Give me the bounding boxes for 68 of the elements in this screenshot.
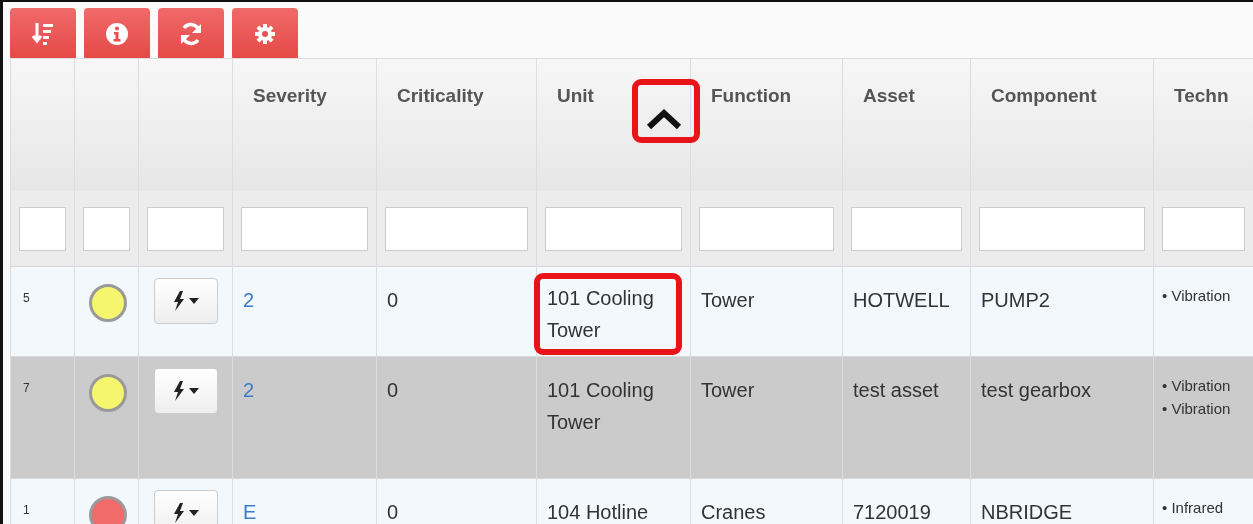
- criticality-text: 0: [387, 379, 399, 401]
- filter-field[interactable]: [1162, 206, 1245, 251]
- technology-text: • Vibration: [1162, 399, 1232, 419]
- info-button[interactable]: [84, 8, 150, 60]
- function-text: Tower: [701, 379, 755, 401]
- filter-field[interactable]: [385, 206, 528, 251]
- function-text: Cranes: [701, 501, 766, 523]
- caret-icon: [188, 510, 199, 516]
- filter-field[interactable]: [241, 206, 368, 251]
- lightning-icon: [172, 381, 185, 401]
- column-label: Unit: [557, 85, 594, 106]
- unit-text: 104 Hotline: [547, 501, 649, 523]
- column-label: Criticality: [397, 85, 484, 106]
- row-number: 7: [23, 381, 30, 395]
- actions-dropdown-button[interactable]: [153, 490, 218, 524]
- component-text: test gearbox: [981, 379, 1092, 401]
- technology-text: • Vibration: [1162, 376, 1232, 396]
- actions-dropdown-button[interactable]: [153, 368, 218, 414]
- sort-button[interactable]: [10, 8, 76, 60]
- column-header[interactable]: Severity: [232, 58, 376, 191]
- unit-text: 101 Cooling Tower: [547, 379, 654, 433]
- filter-field[interactable]: [979, 206, 1145, 251]
- column-label: Asset: [863, 85, 915, 106]
- settings-button[interactable]: [232, 8, 298, 60]
- criticality-text: 0: [387, 501, 399, 523]
- actions-dropdown-button[interactable]: [153, 278, 218, 324]
- table-row[interactable]: 7 2 0 101 Cooling Tower Tower test asset test gearbox • Vibration • Vibration: [10, 356, 1253, 478]
- sort-ascending-icon[interactable]: [646, 108, 682, 130]
- filter-field[interactable]: [147, 206, 224, 251]
- row-number: 5: [23, 291, 30, 305]
- function-text: Tower: [701, 289, 755, 311]
- technology-text: • Vibration: [1162, 286, 1232, 306]
- asset-text: 7120019: [853, 501, 931, 523]
- filter-field[interactable]: [83, 206, 130, 251]
- asset-text: HOTWELL: [853, 289, 950, 311]
- column-header[interactable]: Techn: [1153, 58, 1253, 191]
- component-text: NBRIDGE: [981, 501, 1073, 523]
- sort-icon: [32, 21, 54, 47]
- column-header[interactable]: Function: [690, 58, 842, 191]
- caret-icon: [188, 388, 199, 394]
- caret-icon: [188, 298, 199, 304]
- criticality-text: 0: [387, 289, 399, 311]
- refresh-icon: [179, 22, 203, 46]
- technology-text: • Infrared: [1162, 498, 1225, 518]
- row-number: 1: [23, 503, 30, 517]
- filter-field[interactable]: [19, 206, 66, 251]
- column-header[interactable]: Component: [970, 58, 1153, 191]
- severity-link[interactable]: E: [243, 501, 257, 523]
- lightning-icon: [172, 503, 185, 523]
- column-label: Techn: [1174, 85, 1229, 106]
- info-icon: [105, 22, 129, 46]
- asset-text: test asset: [853, 379, 939, 401]
- filter-field[interactable]: [699, 206, 834, 251]
- column-label: Component: [991, 85, 1097, 106]
- severity-link[interactable]: 2: [243, 289, 255, 311]
- component-text: PUMP2: [981, 289, 1050, 311]
- column-label: Function: [711, 85, 792, 106]
- unit-text: 101 Cooling Tower: [534, 273, 682, 355]
- column-header[interactable]: Asset: [842, 58, 970, 191]
- filter-field[interactable]: [851, 206, 962, 251]
- lightning-icon: [172, 291, 185, 311]
- table-row[interactable]: 5 2 0 101 Cooling Tower Tower HOTWELL PUMP2 • Vibration: [10, 266, 1253, 356]
- filter-field[interactable]: [545, 206, 682, 251]
- table-row[interactable]: 1 E 0 104 Hotline Cranes 7120019 NBRIDGE • Infrared: [10, 478, 1253, 524]
- column-header[interactable]: Unit: [536, 58, 690, 191]
- column-label: Severity: [253, 85, 327, 106]
- refresh-button[interactable]: [158, 8, 224, 60]
- column-header[interactable]: Criticality: [376, 58, 536, 191]
